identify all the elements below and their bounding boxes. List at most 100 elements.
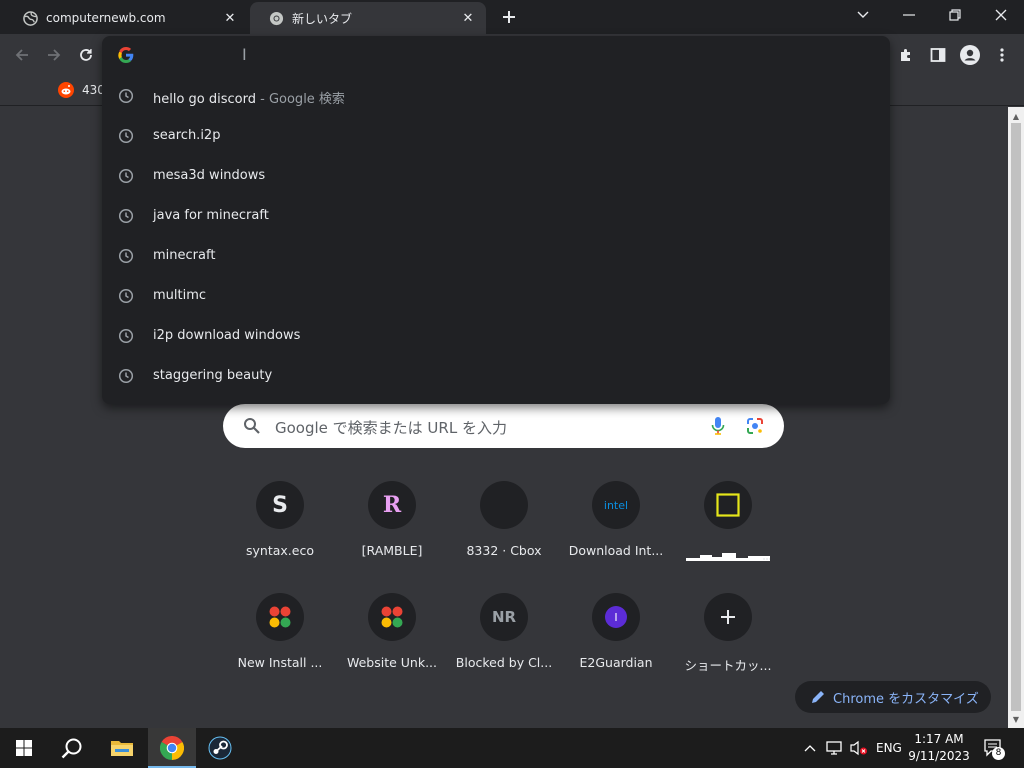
shortcut-tile[interactable]: R [RAMBLE] bbox=[336, 481, 448, 593]
profile-button[interactable] bbox=[956, 41, 984, 69]
chrome-taskbar-button[interactable] bbox=[148, 728, 196, 768]
shortcut-icon bbox=[704, 481, 752, 529]
shortcut-tile[interactable]: Website Unk... bbox=[336, 593, 448, 705]
side-panel-button[interactable] bbox=[924, 41, 952, 69]
steam-taskbar-button[interactable] bbox=[196, 728, 244, 768]
folder-icon bbox=[111, 741, 133, 756]
history-clock-icon bbox=[118, 368, 134, 384]
intel-icon: intel bbox=[603, 498, 629, 512]
suggestion-item[interactable]: staggering beauty bbox=[102, 356, 890, 396]
shortcut-icon bbox=[368, 593, 416, 641]
suggestion-item[interactable]: minecraft bbox=[102, 236, 890, 276]
history-clock-icon bbox=[118, 168, 134, 184]
forward-button[interactable] bbox=[40, 41, 68, 69]
shortcut-tile[interactable]: intel Download Int... bbox=[560, 481, 672, 593]
suggestion-text: i2p download windows bbox=[153, 328, 301, 343]
shortcut-tile[interactable]: S syntax.eco bbox=[224, 481, 336, 593]
shortcut-label: Download Int... bbox=[568, 543, 664, 558]
language-indicator[interactable]: ENG bbox=[876, 728, 902, 768]
back-button[interactable] bbox=[8, 41, 36, 69]
suggestion-item[interactable]: i2p download windows bbox=[102, 316, 890, 356]
network-tray-icon[interactable] bbox=[826, 728, 844, 768]
shortcut-icon: I bbox=[592, 593, 640, 641]
close-icon[interactable]: ✕ bbox=[460, 10, 476, 26]
suggestion-text: hello go discord bbox=[153, 92, 256, 107]
customize-chrome-button[interactable]: Chrome をカスタマイズ bbox=[795, 681, 991, 713]
blackletter-r-icon: R bbox=[382, 492, 402, 518]
suggestion-text: java for minecraft bbox=[153, 208, 269, 223]
ntp-search-box[interactable]: Google で検索または URL を入力 bbox=[223, 404, 784, 448]
file-explorer-button[interactable] bbox=[98, 728, 146, 768]
scroll-up-icon[interactable]: ▲ bbox=[1008, 109, 1024, 123]
add-shortcut-tile[interactable]: ショートカッ... bbox=[672, 593, 784, 705]
history-clock-icon bbox=[118, 88, 134, 104]
reload-button[interactable] bbox=[72, 41, 100, 69]
search-placeholder: Google で検索または URL を入力 bbox=[275, 419, 507, 437]
notification-count-badge: 8 bbox=[992, 747, 1005, 760]
omnibox-input[interactable]: I bbox=[102, 36, 890, 74]
history-clock-icon bbox=[118, 328, 134, 344]
menu-button[interactable] bbox=[988, 41, 1016, 69]
scroll-thumb[interactable] bbox=[1011, 123, 1021, 711]
speaker-muted-icon bbox=[850, 740, 867, 756]
reddit-icon bbox=[58, 82, 74, 98]
restore-button[interactable] bbox=[932, 0, 978, 30]
shortcut-label: 8332 · Cbox bbox=[466, 543, 542, 558]
close-window-button[interactable] bbox=[978, 0, 1024, 30]
arrow-left-icon bbox=[15, 49, 28, 61]
shortcut-label: syntax.eco bbox=[246, 543, 314, 558]
clock-time: 1:17 AM bbox=[914, 732, 964, 746]
yellow-square-icon bbox=[716, 493, 740, 517]
microphone-icon[interactable] bbox=[710, 416, 726, 436]
taskbar-search-button[interactable] bbox=[48, 728, 96, 768]
suggestion-item[interactable]: mesa3d windows bbox=[102, 156, 890, 196]
shortcut-tile[interactable]: New Install ... bbox=[224, 593, 336, 705]
shortcut-icon bbox=[480, 481, 528, 529]
chevron-down-icon bbox=[857, 11, 869, 18]
tab-computernewb[interactable]: computernewb.com ✕ bbox=[4, 2, 248, 34]
scrollbar[interactable]: ▲ ▼ bbox=[1008, 107, 1024, 728]
suggestion-text: staggering beauty bbox=[153, 368, 273, 383]
new-tab-button[interactable] bbox=[498, 6, 520, 28]
shortcut-icon bbox=[256, 593, 304, 641]
suggestion-text: search.i2p bbox=[153, 128, 221, 143]
suggestion-item[interactable]: java for minecraft bbox=[102, 196, 890, 236]
shortcut-tile[interactable] bbox=[672, 481, 784, 593]
notification-center-button[interactable]: 8 bbox=[984, 728, 1005, 768]
shortcut-tile[interactable]: 8332 · Cbox bbox=[448, 481, 560, 593]
tab-new-tab[interactable]: 新しいタブ ✕ bbox=[250, 2, 486, 34]
tab-title: 新しいタブ bbox=[292, 11, 353, 26]
google-lens-icon[interactable] bbox=[745, 416, 765, 436]
volume-tray-icon[interactable] bbox=[850, 728, 868, 768]
puzzle-icon bbox=[901, 49, 910, 61]
shortcut-icon: S bbox=[256, 481, 304, 529]
suggestion-item[interactable]: multimc bbox=[102, 276, 890, 316]
language-label: ENG bbox=[876, 741, 902, 755]
start-button[interactable] bbox=[0, 728, 48, 768]
network-icon bbox=[826, 741, 842, 755]
bookmark-item[interactable]: 430 bbox=[58, 82, 105, 98]
taskbar-clock[interactable]: 1:17 AM 9/11/2023 bbox=[908, 731, 970, 765]
extensions-button[interactable] bbox=[892, 41, 920, 69]
restore-icon bbox=[949, 9, 961, 21]
scroll-down-icon[interactable]: ▼ bbox=[1008, 712, 1024, 726]
steam-icon bbox=[208, 736, 232, 760]
tab-search-button[interactable] bbox=[840, 0, 886, 30]
chrome-icon bbox=[268, 10, 284, 26]
search-icon bbox=[61, 738, 82, 759]
suggestion-item[interactable]: hello go discord - Google 検索 bbox=[102, 76, 890, 116]
pencil-icon bbox=[812, 691, 824, 703]
shortcut-tile[interactable]: NR Blocked by Cl... bbox=[448, 593, 560, 705]
suggestion-item[interactable]: search.i2p bbox=[102, 116, 890, 156]
shortcut-tile[interactable]: I E2Guardian bbox=[560, 593, 672, 705]
minimize-button[interactable] bbox=[886, 0, 932, 30]
suggestion-description: - Google 検索 bbox=[256, 92, 345, 107]
more-vert-icon bbox=[1000, 48, 1004, 62]
show-hidden-icons-button[interactable] bbox=[804, 728, 816, 768]
windows-logo-icon bbox=[16, 740, 32, 756]
close-icon[interactable]: ✕ bbox=[222, 10, 238, 26]
chrome-icon bbox=[160, 736, 184, 760]
shortcut-label-redacted bbox=[672, 549, 784, 564]
minimize-icon bbox=[903, 14, 915, 16]
suggestion-text: minecraft bbox=[153, 248, 216, 263]
